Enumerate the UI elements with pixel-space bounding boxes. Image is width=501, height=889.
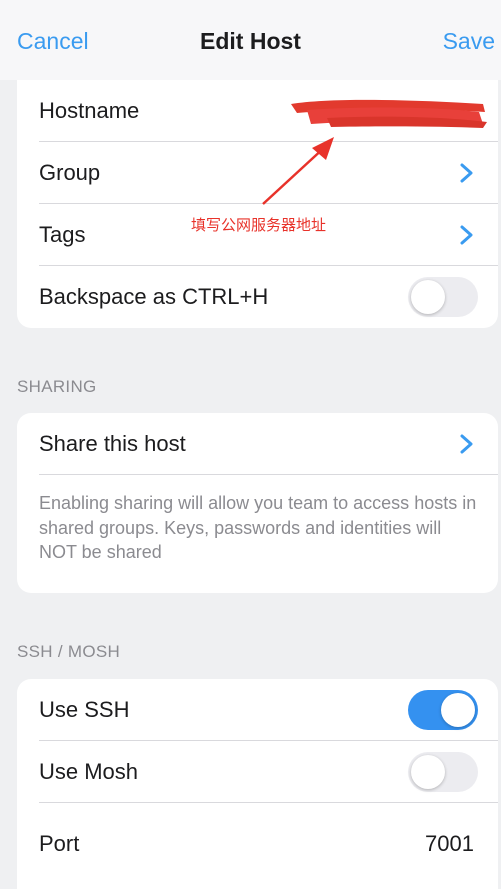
- port-label: Port: [39, 831, 80, 856]
- port-value[interactable]: 7001: [425, 813, 474, 875]
- use-mosh-label: Use Mosh: [39, 759, 139, 784]
- use-mosh-toggle[interactable]: [408, 752, 478, 792]
- sharing-note: Enabling sharing will allow you team to …: [39, 493, 477, 562]
- toggle-knob: [411, 755, 445, 789]
- use-mosh-row: Use Mosh: [17, 741, 498, 803]
- divider: [39, 474, 498, 475]
- divider: [39, 802, 498, 803]
- share-host-row[interactable]: Share this host: [17, 413, 498, 475]
- chevron-right-icon: [460, 434, 473, 454]
- ssh-section-header: SSH / MOSH: [17, 642, 121, 661]
- use-ssh-toggle[interactable]: [408, 690, 478, 730]
- toggle-knob: [441, 693, 475, 727]
- port-row[interactable]: Port 7001: [17, 813, 498, 875]
- share-host-label: Share this host: [39, 431, 186, 456]
- annotation-text: 填写公网服务器地址: [191, 216, 327, 234]
- sharing-section-header: SHARING: [17, 377, 97, 396]
- ssh-card: Use SSH Use Mosh Port 7001: [17, 679, 498, 889]
- use-ssh-label: Use SSH: [39, 697, 130, 722]
- use-ssh-row: Use SSH: [17, 679, 498, 741]
- sharing-card: Share this host Enabling sharing will al…: [17, 413, 498, 593]
